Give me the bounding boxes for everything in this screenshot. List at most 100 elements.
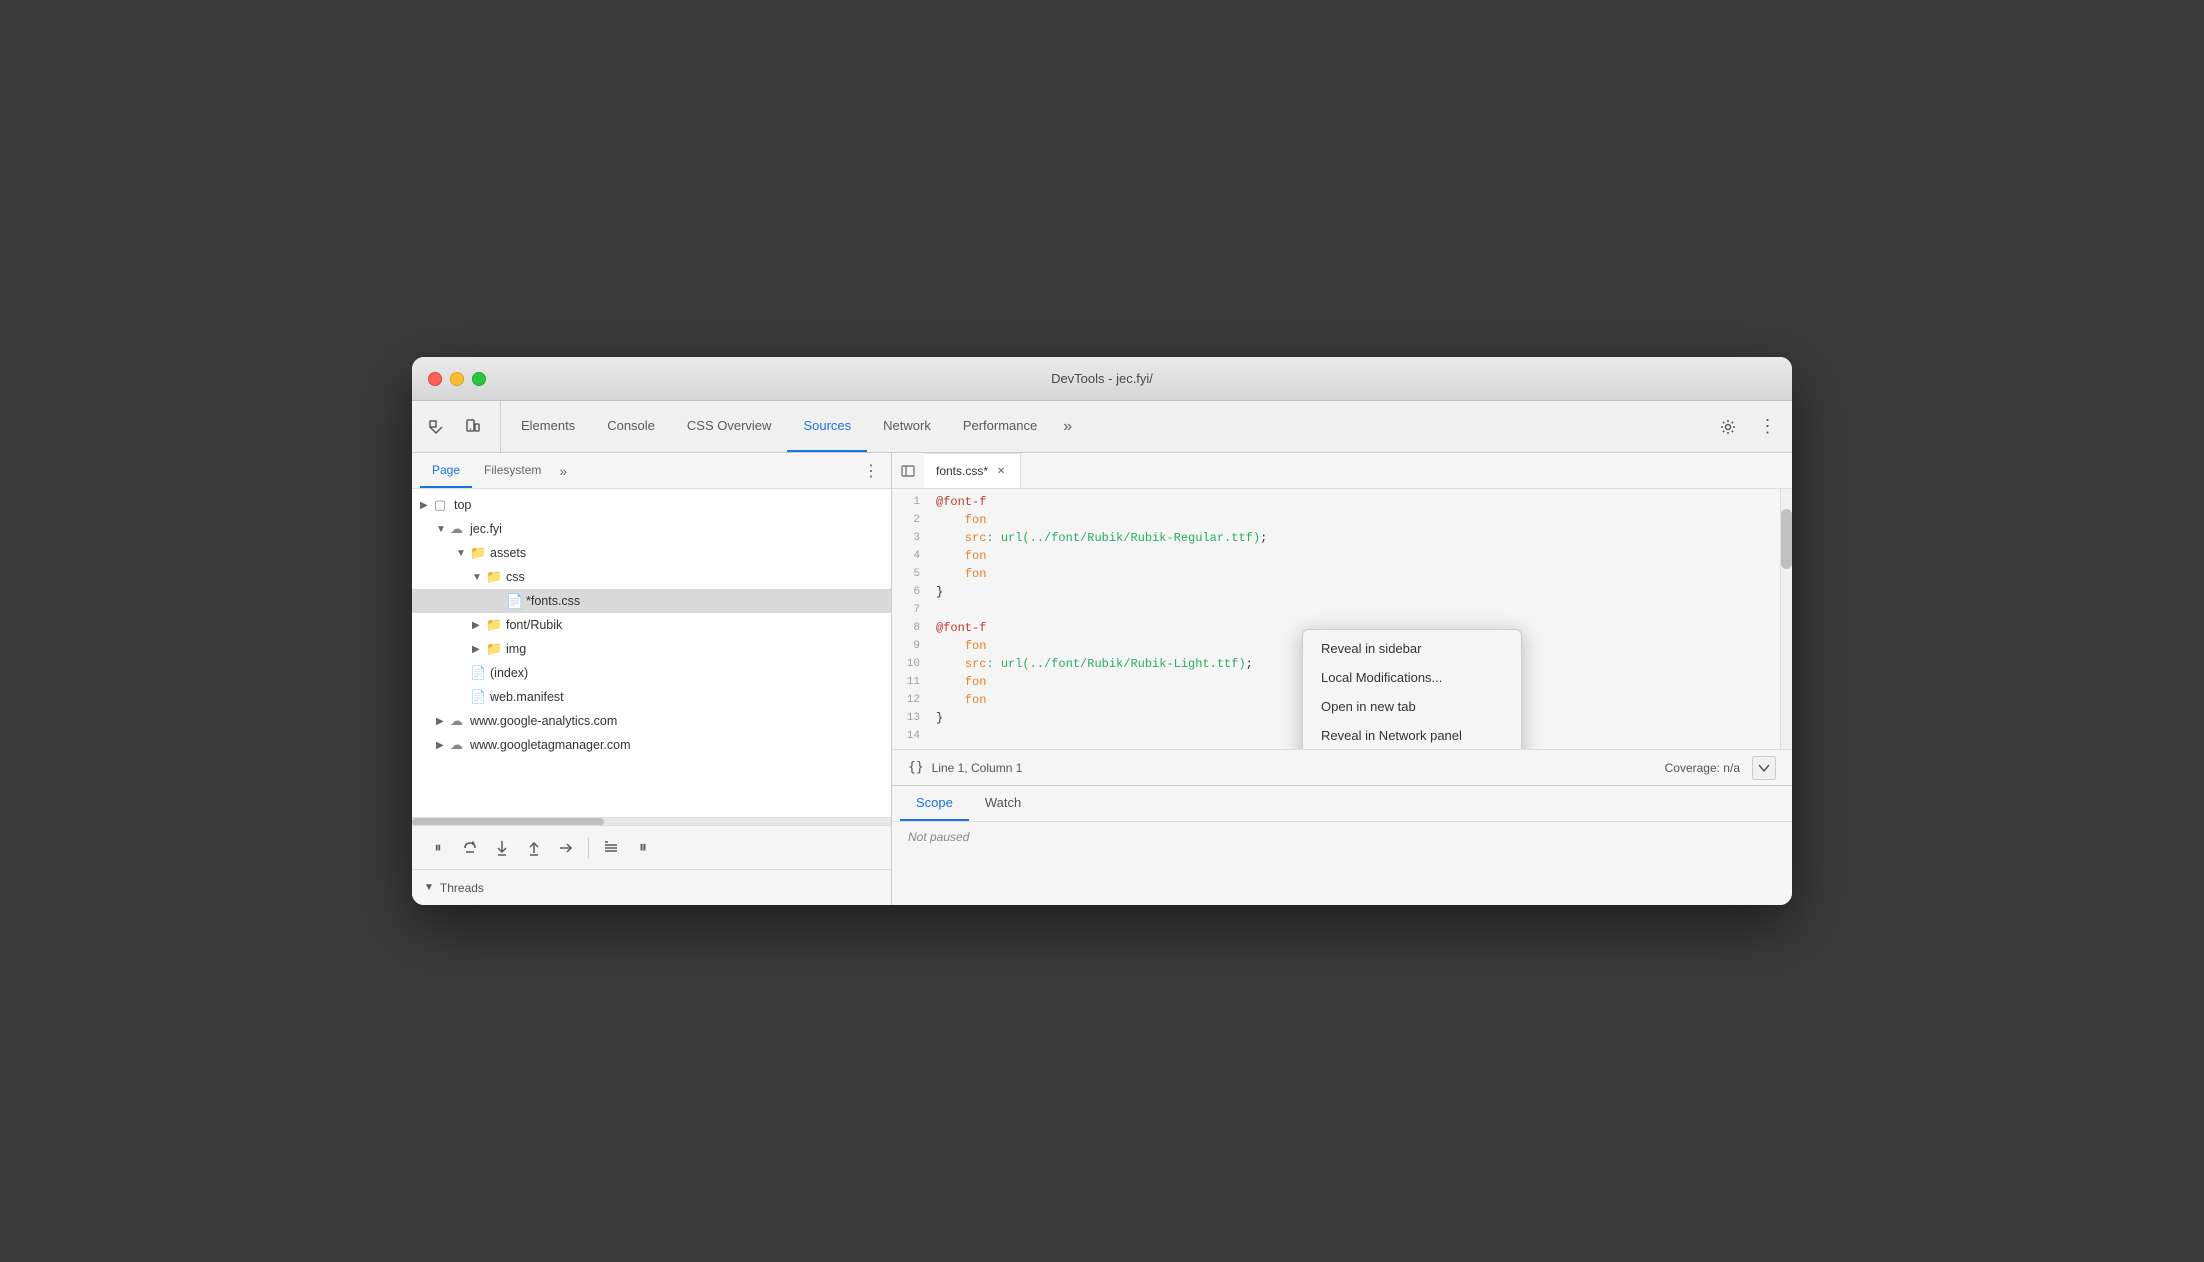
header-right-icons: ⋮ (1704, 401, 1784, 452)
left-panel: Page Filesystem » ⋮ ▶ ▢ top (412, 453, 892, 905)
folder-icon: 📁 (486, 569, 504, 585)
debug-content: Not paused (892, 822, 1792, 905)
menu-item-open-new-tab[interactable]: Open in new tab (1303, 692, 1521, 721)
more-tabs-button[interactable]: » (1053, 401, 1082, 452)
threads-section[interactable]: ▼ Threads (412, 869, 891, 905)
fullscreen-button[interactable] (472, 372, 486, 386)
inspect-element-button[interactable] (420, 411, 452, 443)
threads-label: Threads (440, 881, 484, 895)
tab-scope[interactable]: Scope (900, 786, 969, 821)
devtools-window: DevTools - jec.fyi/ Elements (412, 357, 1792, 905)
tab-sources[interactable]: Sources (787, 401, 867, 452)
file-icon: 📄 (470, 689, 488, 705)
format-icon[interactable]: {} (908, 760, 924, 775)
code-line-2: 2 fon (892, 511, 1780, 529)
toggle-sidebar-button[interactable] (896, 459, 920, 483)
editor-tab-fonts-css[interactable]: fonts.css* ✕ (924, 453, 1021, 488)
tab-network[interactable]: Network (867, 401, 947, 452)
domain-icon: ☁ (450, 737, 468, 753)
tree-item-googletagmanager[interactable]: ▶ ☁ www.googletagmanager.com (412, 733, 891, 757)
vertical-scrollbar[interactable] (1780, 489, 1792, 749)
horizontal-scrollbar[interactable] (412, 817, 891, 825)
bottom-toolbar: ⏸ (412, 825, 891, 869)
folder-icon: 📁 (486, 617, 504, 633)
menu-item-reveal-sidebar[interactable]: Reveal in sidebar (1303, 634, 1521, 663)
tree-item-font-rubik[interactable]: ▶ 📁 font/Rubik (412, 613, 891, 637)
toolbar-icons (420, 401, 501, 452)
file-icon: 📄 (470, 665, 488, 681)
frame-icon: ▢ (434, 497, 452, 513)
tree-arrow: ▶ (420, 500, 434, 511)
window-title: DevTools - jec.fyi/ (1051, 371, 1153, 386)
code-line-1: 1 @font-f (892, 493, 1780, 511)
folder-icon: 📁 (486, 641, 504, 657)
more-options-button[interactable]: ⋮ (1752, 411, 1784, 443)
threads-arrow: ▼ (424, 882, 434, 893)
step-out-button[interactable] (520, 834, 548, 862)
tree-item-img[interactable]: ▶ 📁 img (412, 637, 891, 661)
menu-item-local-modifications[interactable]: Local Modifications... (1303, 663, 1521, 692)
settings-button[interactable] (1712, 411, 1744, 443)
traffic-lights (428, 372, 486, 386)
tree-item-jecfyi[interactable]: ▼ ☁ jec.fyi (412, 517, 891, 541)
tree-arrow: ▼ (472, 572, 486, 583)
devtools-tabs: Elements Console CSS Overview Sources Ne… (505, 401, 1704, 452)
code-line-3: 3 src: url(../font/Rubik/Rubik-Regular.t… (892, 529, 1780, 547)
step-button[interactable] (552, 834, 580, 862)
pause-button[interactable]: ⏸ (424, 834, 452, 862)
panel-tabs: Page Filesystem » ⋮ (412, 453, 891, 489)
device-toolbar-button[interactable] (456, 411, 488, 443)
toolbar-divider (588, 838, 589, 858)
tree-item-css[interactable]: ▼ 📁 css (412, 565, 891, 589)
tree-arrow: ▼ (456, 548, 470, 559)
coverage-button[interactable] (1752, 756, 1776, 780)
menu-item-reveal-network[interactable]: Reveal in Network panel (1303, 721, 1521, 749)
status-bar-right: Coverage: n/a (1665, 756, 1776, 780)
pause-on-exceptions-button[interactable]: ⏸ (629, 834, 657, 862)
tree-arrow: ▶ (472, 620, 486, 631)
title-bar: DevTools - jec.fyi/ (412, 357, 1792, 401)
minimize-button[interactable] (450, 372, 464, 386)
file-tree: ▶ ▢ top ▼ ☁ jec.fyi ▼ 📁 assets (412, 489, 891, 817)
tab-css-overview[interactable]: CSS Overview (671, 401, 788, 452)
tree-item-webmanifest[interactable]: 📄 web.manifest (412, 685, 891, 709)
tab-filesystem[interactable]: Filesystem (472, 453, 553, 488)
tab-close-button[interactable]: ✕ (994, 464, 1008, 478)
tab-page[interactable]: Page (420, 453, 472, 488)
scrollbar-thumb (1781, 509, 1792, 569)
coverage-label: Coverage: n/a (1665, 761, 1740, 775)
tree-arrow: ▶ (472, 644, 486, 655)
tab-filename: fonts.css* (936, 464, 988, 478)
editor-tabs: fonts.css* ✕ (892, 453, 1792, 489)
devtools-header: Elements Console CSS Overview Sources Ne… (412, 401, 1792, 453)
panel-tab-options[interactable]: ⋮ (859, 461, 883, 481)
tab-watch[interactable]: Watch (969, 786, 1037, 821)
status-bar: {} Line 1, Column 1 Coverage: n/a (892, 749, 1792, 785)
deactivate-breakpoints-button[interactable] (597, 834, 625, 862)
code-line-4: 4 fon (892, 547, 1780, 565)
code-line-7: 7 (892, 601, 1780, 619)
tree-arrow: ▼ (436, 524, 450, 535)
folder-icon: 📁 (470, 545, 488, 561)
close-button[interactable] (428, 372, 442, 386)
tree-item-top[interactable]: ▶ ▢ top (412, 493, 891, 517)
tree-item-google-analytics[interactable]: ▶ ☁ www.google-analytics.com (412, 709, 891, 733)
tree-arrow: ▶ (436, 716, 450, 727)
more-panel-tabs[interactable]: » (553, 463, 573, 479)
tree-arrow: ▶ (436, 740, 450, 751)
tab-console[interactable]: Console (591, 401, 671, 452)
debug-panel: Scope Watch Not paused (892, 785, 1792, 905)
step-over-button[interactable] (456, 834, 484, 862)
domain-icon: ☁ (450, 713, 468, 729)
tree-item-fonts-css[interactable]: 📄 *fonts.css (412, 589, 891, 613)
tab-elements[interactable]: Elements (505, 401, 591, 452)
editor-area: 1 @font-f 2 fon 3 src: url(../font/Rubik… (892, 489, 1792, 749)
step-into-button[interactable] (488, 834, 516, 862)
tab-performance[interactable]: Performance (947, 401, 1053, 452)
css-file-icon: 📄 (506, 593, 524, 610)
code-line-5: 5 fon (892, 565, 1780, 583)
tree-item-index[interactable]: 📄 (index) (412, 661, 891, 685)
tree-item-assets[interactable]: ▼ 📁 assets (412, 541, 891, 565)
domain-icon: ☁ (450, 521, 468, 537)
context-menu: Reveal in sidebar Local Modifications...… (1302, 629, 1522, 749)
